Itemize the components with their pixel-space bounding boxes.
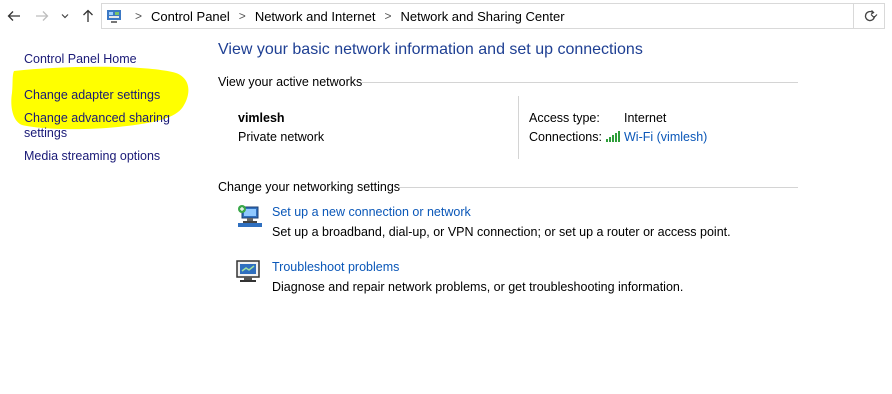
breadcrumb-control-panel[interactable]: Control Panel [151, 9, 230, 24]
network-type[interactable]: Private network [238, 130, 324, 144]
troubleshoot-icon [236, 260, 260, 282]
up-button[interactable] [78, 5, 98, 27]
address-bar[interactable]: > Control Panel > Network and Internet >… [101, 3, 885, 29]
active-networks-heading: View your active networks [218, 75, 363, 89]
access-type-label: Access type: [529, 111, 600, 125]
sidebar-item-change-advanced-sharing-settings[interactable]: Change advanced sharing [24, 111, 170, 126]
breadcrumb-network-and-sharing-center[interactable]: Network and Sharing Center [401, 9, 565, 24]
network-column-divider [518, 96, 519, 159]
networking-settings-heading: Change your networking settings [218, 180, 401, 194]
breadcrumb: > Control Panel > Network and Internet >… [106, 4, 565, 28]
setup-new-connection-link[interactable]: Set up a new connection or network [272, 205, 471, 219]
recent-locations-button[interactable] [57, 5, 73, 27]
sidebar-item-change-adapter-settings[interactable]: Change adapter settings [24, 88, 160, 103]
back-button[interactable] [4, 5, 24, 27]
setup-new-connection-description: Set up a broadband, dial-up, or VPN conn… [272, 225, 731, 239]
chevron-down-icon [61, 14, 69, 19]
forward-button[interactable] [32, 5, 52, 27]
page-title: View your basic network information and … [218, 41, 643, 58]
control-panel-icon [107, 10, 121, 23]
access-type-value: Internet [624, 111, 667, 125]
wifi-signal-icon [606, 131, 620, 142]
arrow-right-icon [36, 11, 49, 21]
wifi-connection-link[interactable]: Wi-Fi (vimlesh) [624, 130, 707, 144]
breadcrumb-separator: > [135, 9, 143, 23]
troubleshoot-problems-description: Diagnose and repair network problems, or… [272, 280, 684, 294]
sidebar-item-change-advanced-sharing-settings-line2[interactable]: settings [24, 126, 67, 141]
breadcrumb-network-and-internet[interactable]: Network and Internet [255, 9, 376, 24]
breadcrumb-separator: > [384, 9, 392, 23]
networking-settings-divider [398, 187, 798, 188]
troubleshoot-problems-link[interactable]: Troubleshoot problems [272, 260, 399, 274]
new-connection-icon [238, 205, 262, 227]
connections-label: Connections: [529, 130, 602, 144]
sidebar-item-control-panel-home[interactable]: Control Panel Home [24, 52, 137, 67]
arrow-left-icon [7, 11, 20, 21]
navigation-bar: > Control Panel > Network and Internet >… [0, 0, 892, 33]
sidebar-item-media-streaming-options[interactable]: Media streaming options [24, 149, 160, 164]
network-name: vimlesh [238, 111, 285, 125]
refresh-button[interactable] [853, 4, 886, 28]
arrow-up-icon [83, 9, 93, 22]
active-networks-divider [362, 82, 798, 83]
breadcrumb-separator: > [238, 9, 246, 23]
refresh-icon [864, 10, 876, 22]
